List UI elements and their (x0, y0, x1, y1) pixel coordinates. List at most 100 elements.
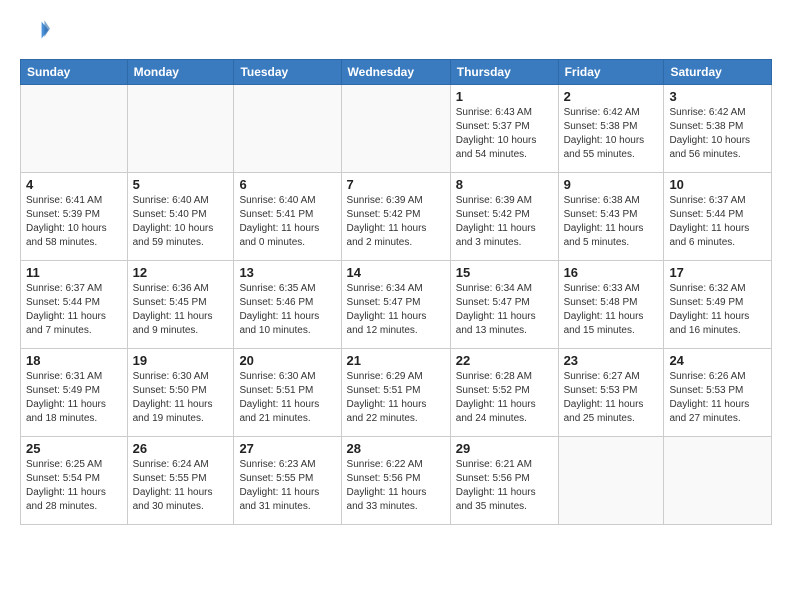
day-header-tuesday: Tuesday (234, 60, 341, 85)
day-info: Sunrise: 6:38 AM Sunset: 5:43 PM Dayligh… (564, 194, 659, 250)
day-number: 2 (564, 89, 659, 104)
day-header-sunday: Sunday (21, 60, 128, 85)
day-header-friday: Friday (558, 60, 664, 85)
day-info: Sunrise: 6:29 AM Sunset: 5:51 PM Dayligh… (347, 370, 445, 426)
day-cell: 7 Sunrise: 6:39 AM Sunset: 5:42 PM Daylig… (341, 173, 450, 261)
day-cell: 19Sunrise: 6:30 AM Sunset: 5:50 PM Dayli… (127, 349, 234, 437)
day-number: 9 (564, 177, 659, 192)
day-number: 13 (239, 265, 335, 280)
week-row-3: 18 Sunrise: 6:31 AM Sunset: 5:49 PM Dayli… (21, 349, 772, 437)
day-header-monday: Monday (127, 60, 234, 85)
day-number: 23 (564, 353, 659, 368)
day-number: 15 (456, 265, 553, 280)
day-info: Sunrise: 6:39 AM Sunset: 5:42 PM Dayligh… (456, 194, 553, 250)
day-cell: 8 Sunrise: 6:39 AM Sunset: 5:42 PM Daylig… (450, 173, 558, 261)
day-number: 7 (347, 177, 445, 192)
day-cell: 25 Sunrise: 6:25 AM Sunset: 5:54 PM Dayli… (21, 437, 128, 525)
day-number: 12 (133, 265, 229, 280)
day-number: 25 (26, 441, 122, 456)
calendar-header: SundayMondayTuesdayWednesdayThursdayFrid… (21, 60, 772, 85)
day-info: Sunrise: 6:28 AM Sunset: 5:52 PM Dayligh… (456, 370, 553, 426)
day-cell (21, 85, 128, 173)
day-info: Sunrise: 6:40 AM Sunset: 5:41 PM Dayligh… (239, 194, 335, 250)
day-cell (664, 437, 772, 525)
day-cell: 22 Sunrise: 6:28 AM Sunset: 5:52 PM Dayli… (450, 349, 558, 437)
logo (20, 16, 50, 49)
day-number: 10 (669, 177, 766, 192)
day-info: Sunrise: 6:39 AM Sunset: 5:42 PM Dayligh… (347, 194, 445, 250)
day-cell (127, 85, 234, 173)
day-number: 19 (133, 353, 229, 368)
day-info: Sunrise: 6:37 AM Sunset: 5:44 PM Dayligh… (669, 194, 766, 250)
day-number: 27 (239, 441, 335, 456)
day-cell: 16 Sunrise: 6:33 AM Sunset: 5:48 PM Dayli… (558, 261, 664, 349)
day-cell: 27 Sunrise: 6:23 AM Sunset: 5:55 PM Dayli… (234, 437, 341, 525)
day-header-thursday: Thursday (450, 60, 558, 85)
day-cell: 3 Sunrise: 6:42 AM Sunset: 5:38 PM Daylig… (664, 85, 772, 173)
day-header-saturday: Saturday (664, 60, 772, 85)
day-cell: 10 Sunrise: 6:37 AM Sunset: 5:44 PM Dayli… (664, 173, 772, 261)
calendar-table: SundayMondayTuesdayWednesdayThursdayFrid… (20, 59, 772, 525)
day-cell: 29Sunrise: 6:21 AM Sunset: 5:56 PM Dayli… (450, 437, 558, 525)
day-info: Sunrise: 6:35 AM Sunset: 5:46 PM Dayligh… (239, 282, 335, 338)
day-cell: 14 Sunrise: 6:34 AM Sunset: 5:47 PM Dayli… (341, 261, 450, 349)
day-cell: 20 Sunrise: 6:30 AM Sunset: 5:51 PM Dayli… (234, 349, 341, 437)
day-info: Sunrise: 6:26 AM Sunset: 5:53 PM Dayligh… (669, 370, 766, 426)
week-row-0: 1Sunrise: 6:43 AM Sunset: 5:37 PM Daylig… (21, 85, 772, 173)
day-number: 20 (239, 353, 335, 368)
logo-icon (22, 16, 50, 44)
day-cell: 17Sunrise: 6:32 AM Sunset: 5:49 PM Dayli… (664, 261, 772, 349)
day-info: Sunrise: 6:40 AM Sunset: 5:40 PM Dayligh… (133, 194, 229, 250)
day-cell: 28 Sunrise: 6:22 AM Sunset: 5:56 PM Dayli… (341, 437, 450, 525)
day-info: Sunrise: 6:24 AM Sunset: 5:55 PM Dayligh… (133, 458, 229, 514)
day-cell: 11Sunrise: 6:37 AM Sunset: 5:44 PM Dayli… (21, 261, 128, 349)
day-cell: 24 Sunrise: 6:26 AM Sunset: 5:53 PM Dayli… (664, 349, 772, 437)
calendar-body: 1Sunrise: 6:43 AM Sunset: 5:37 PM Daylig… (21, 85, 772, 525)
day-info: Sunrise: 6:34 AM Sunset: 5:47 PM Dayligh… (456, 282, 553, 338)
day-number: 22 (456, 353, 553, 368)
day-cell: 12 Sunrise: 6:36 AM Sunset: 5:45 PM Dayli… (127, 261, 234, 349)
day-cell: 13 Sunrise: 6:35 AM Sunset: 5:46 PM Dayli… (234, 261, 341, 349)
day-cell (234, 85, 341, 173)
day-header-wednesday: Wednesday (341, 60, 450, 85)
day-info: Sunrise: 6:37 AM Sunset: 5:44 PM Dayligh… (26, 282, 122, 338)
day-cell: 23Sunrise: 6:27 AM Sunset: 5:53 PM Dayli… (558, 349, 664, 437)
day-info: Sunrise: 6:43 AM Sunset: 5:37 PM Dayligh… (456, 106, 553, 162)
day-number: 16 (564, 265, 659, 280)
day-info: Sunrise: 6:36 AM Sunset: 5:45 PM Dayligh… (133, 282, 229, 338)
day-cell: 2 Sunrise: 6:42 AM Sunset: 5:38 PM Daylig… (558, 85, 664, 173)
week-row-4: 25 Sunrise: 6:25 AM Sunset: 5:54 PM Dayli… (21, 437, 772, 525)
day-cell: 1Sunrise: 6:43 AM Sunset: 5:37 PM Daylig… (450, 85, 558, 173)
day-number: 28 (347, 441, 445, 456)
day-info: Sunrise: 6:23 AM Sunset: 5:55 PM Dayligh… (239, 458, 335, 514)
day-number: 3 (669, 89, 766, 104)
week-row-1: 4 Sunrise: 6:41 AM Sunset: 5:39 PM Daylig… (21, 173, 772, 261)
day-info: Sunrise: 6:33 AM Sunset: 5:48 PM Dayligh… (564, 282, 659, 338)
page: SundayMondayTuesdayWednesdayThursdayFrid… (0, 0, 792, 612)
day-info: Sunrise: 6:42 AM Sunset: 5:38 PM Dayligh… (669, 106, 766, 162)
day-cell: 18 Sunrise: 6:31 AM Sunset: 5:49 PM Dayli… (21, 349, 128, 437)
header-row: SundayMondayTuesdayWednesdayThursdayFrid… (21, 60, 772, 85)
day-info: Sunrise: 6:30 AM Sunset: 5:51 PM Dayligh… (239, 370, 335, 426)
day-number: 4 (26, 177, 122, 192)
day-info: Sunrise: 6:25 AM Sunset: 5:54 PM Dayligh… (26, 458, 122, 514)
day-cell: 5 Sunrise: 6:40 AM Sunset: 5:40 PM Daylig… (127, 173, 234, 261)
day-info: Sunrise: 6:42 AM Sunset: 5:38 PM Dayligh… (564, 106, 659, 162)
day-info: Sunrise: 6:22 AM Sunset: 5:56 PM Dayligh… (347, 458, 445, 514)
header (20, 16, 772, 49)
day-number: 5 (133, 177, 229, 192)
day-number: 6 (239, 177, 335, 192)
day-number: 8 (456, 177, 553, 192)
day-cell (341, 85, 450, 173)
day-number: 24 (669, 353, 766, 368)
day-number: 14 (347, 265, 445, 280)
day-info: Sunrise: 6:31 AM Sunset: 5:49 PM Dayligh… (26, 370, 122, 426)
day-number: 26 (133, 441, 229, 456)
day-cell: 15 Sunrise: 6:34 AM Sunset: 5:47 PM Dayli… (450, 261, 558, 349)
day-cell: 4 Sunrise: 6:41 AM Sunset: 5:39 PM Daylig… (21, 173, 128, 261)
day-number: 18 (26, 353, 122, 368)
day-info: Sunrise: 6:34 AM Sunset: 5:47 PM Dayligh… (347, 282, 445, 338)
day-info: Sunrise: 6:32 AM Sunset: 5:49 PM Dayligh… (669, 282, 766, 338)
day-cell: 9 Sunrise: 6:38 AM Sunset: 5:43 PM Daylig… (558, 173, 664, 261)
day-info: Sunrise: 6:41 AM Sunset: 5:39 PM Dayligh… (26, 194, 122, 250)
